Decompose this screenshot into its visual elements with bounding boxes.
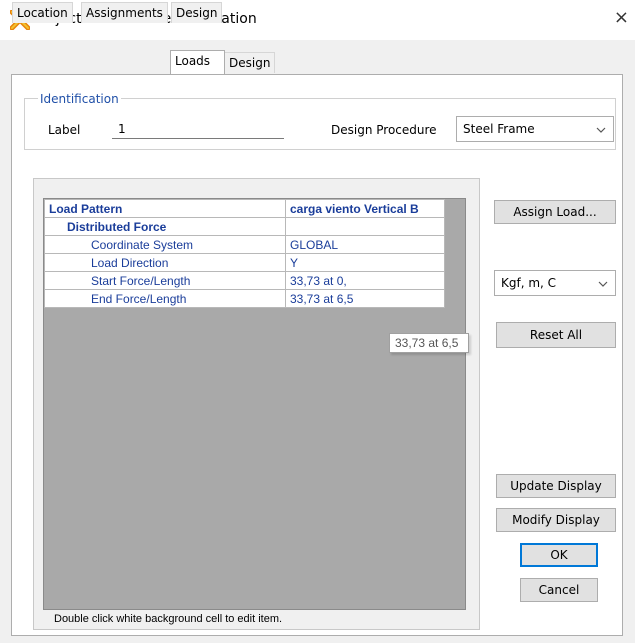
cancel-button[interactable]: Cancel: [520, 578, 598, 602]
edit-hint: Double click white background cell to ed…: [54, 613, 283, 625]
close-icon[interactable]: ×: [614, 9, 629, 27]
tab-design-label[interactable]: Design: [224, 52, 276, 73]
table-row[interactable]: Start Force/Length 33,73 at 0,: [44, 271, 445, 290]
grid-section-name: Distributed Force: [44, 217, 286, 236]
grid-row-value[interactable]: Y: [285, 253, 445, 272]
ok-button[interactable]: OK: [520, 543, 598, 567]
grid-header-name: Load Pattern: [44, 199, 286, 218]
reset-all-button[interactable]: Reset All: [496, 322, 616, 348]
grid-section-row: Distributed Force: [44, 217, 445, 236]
chevron-down-icon: [598, 281, 608, 287]
grid-header-row: Load Pattern carga viento Vertical B: [44, 199, 445, 218]
grid-row-name: Load Direction: [44, 253, 286, 272]
modify-display-button[interactable]: Modify Display: [496, 508, 616, 532]
units-select[interactable]: Kgf, m, C: [494, 270, 616, 296]
property-grid: Load Pattern carga viento Vertical B Dis…: [44, 199, 445, 308]
grid-row-value[interactable]: GLOBAL: [285, 235, 445, 254]
table-row[interactable]: End Force/Length 33,73 at 6,5: [44, 289, 445, 308]
grid-row-value[interactable]: 33,73 at 0,: [285, 271, 445, 290]
label-caption: Label: [48, 123, 81, 137]
label-input[interactable]: [112, 119, 284, 139]
table-row[interactable]: Coordinate System GLOBAL: [44, 235, 445, 254]
design-procedure-value: Steel Frame: [463, 122, 535, 136]
grid-header-value[interactable]: carga viento Vertical B: [285, 199, 445, 218]
grid-row-value[interactable]: 33,73 at 6,5: [285, 289, 445, 308]
design-procedure-select[interactable]: Steel Frame: [456, 116, 614, 142]
design-procedure-caption: Design Procedure: [331, 123, 437, 137]
grid-row-name: Coordinate System: [44, 235, 286, 254]
update-display-button[interactable]: Update Display: [496, 474, 616, 498]
identification-label: Identification: [38, 92, 121, 106]
tab-location[interactable]: Location: [12, 2, 73, 23]
tab-loads[interactable]: Loads: [170, 50, 225, 74]
grid-row-name: End Force/Length: [44, 289, 286, 308]
cell-tooltip: 33,73 at 6,5: [389, 333, 469, 353]
grid-row-name: Start Force/Length: [44, 271, 286, 290]
tab-design[interactable]: Design: [171, 2, 223, 23]
tab-assignments[interactable]: Assignments: [81, 2, 168, 23]
grid-section-value: [285, 217, 445, 236]
chevron-down-icon: [596, 127, 606, 133]
units-value: Kgf, m, C: [501, 276, 557, 290]
assign-load-button[interactable]: Assign Load...: [494, 200, 616, 224]
table-row[interactable]: Load Direction Y: [44, 253, 445, 272]
